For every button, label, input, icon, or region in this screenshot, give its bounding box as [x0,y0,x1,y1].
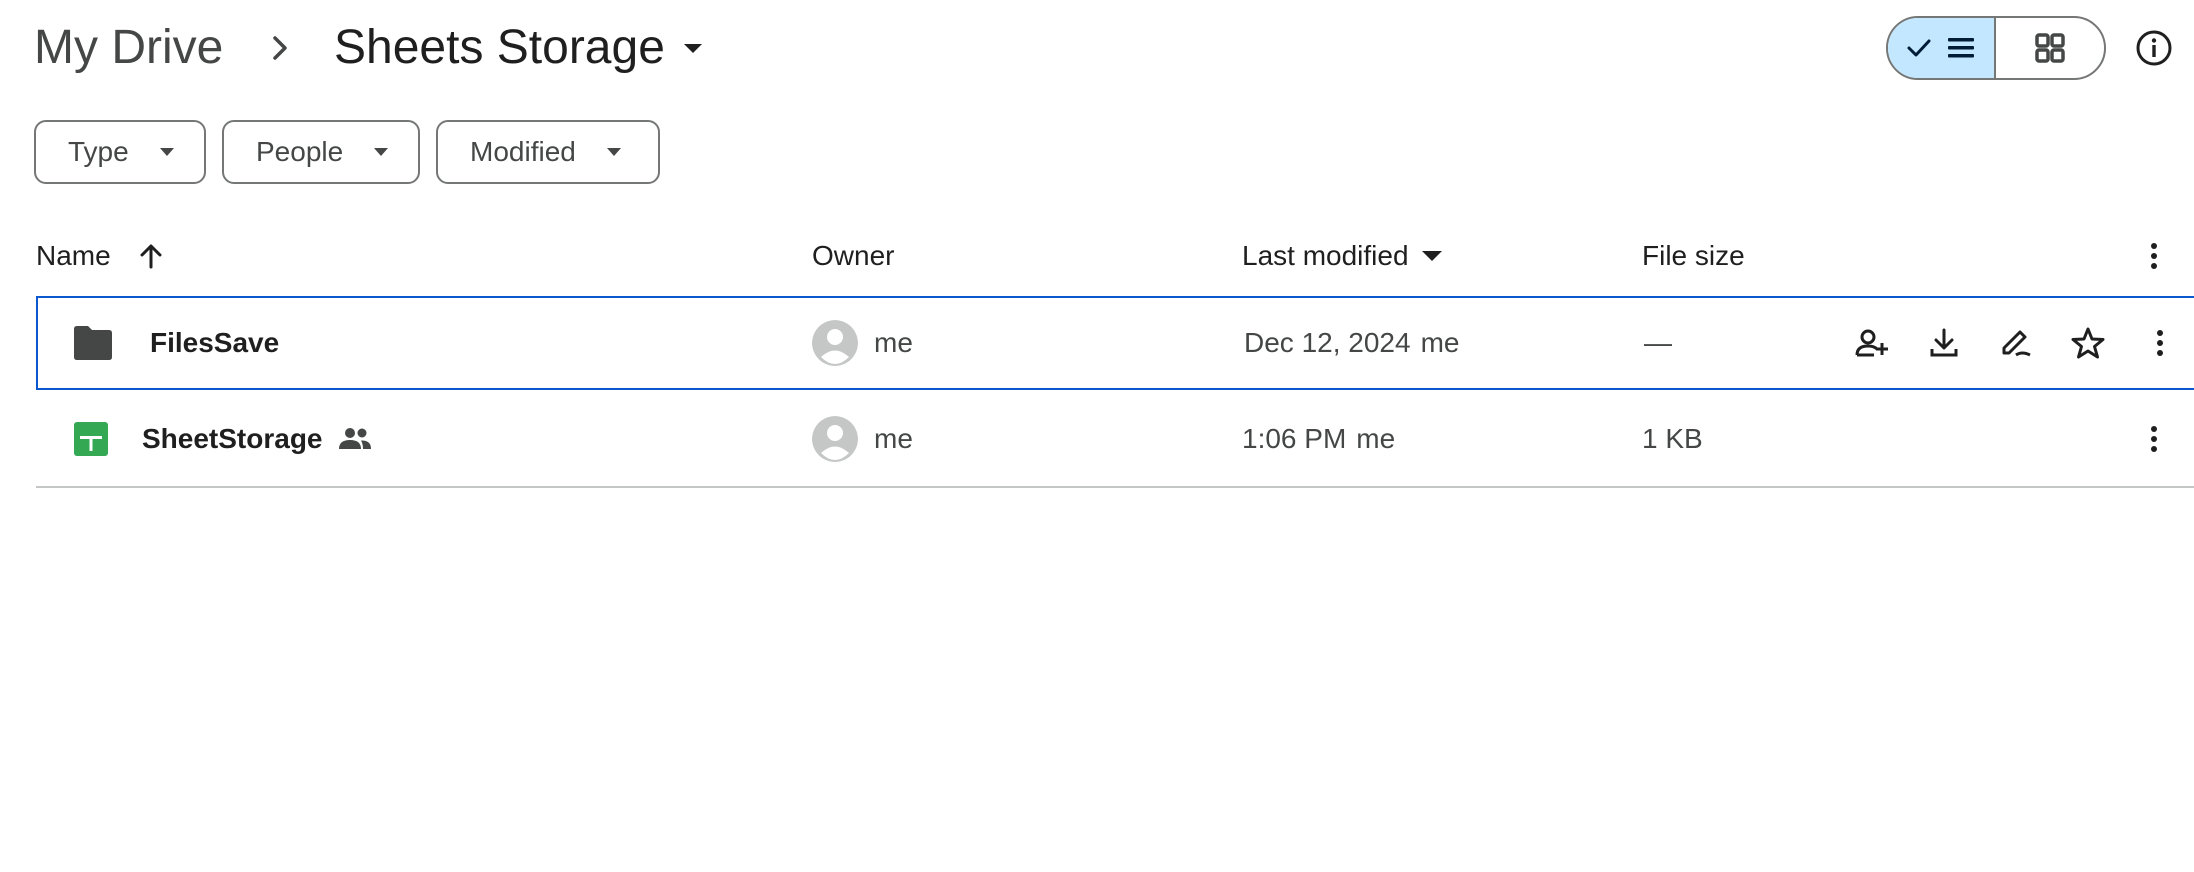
file-name: SheetStorage [142,423,323,454]
share-button[interactable] [1848,319,1896,367]
row-more-button[interactable] [2136,319,2184,367]
breadcrumb-my-drive[interactable]: My Drive [34,18,223,78]
filter-people-chip[interactable]: People [222,120,420,184]
filter-modified-label: Modified [470,136,576,167]
owner-name: me [874,327,913,358]
filter-people-label: People [256,136,344,167]
column-options-button[interactable] [2130,232,2178,280]
modified-date: Dec 12, 2024 [1244,327,1411,358]
star-icon [2071,327,2105,359]
row-size-cell: 1 KB [1642,392,1703,486]
column-header-owner[interactable]: Owner [812,234,894,278]
more-vert-icon [2151,243,2157,269]
edit-icon [2002,330,2031,357]
modified-by: me [1420,327,1460,358]
download-button[interactable] [1920,319,1968,367]
more-vert-icon [2157,330,2163,356]
row-modified-cell: 1:06 PM me [1242,392,1395,486]
person-add-icon [1855,329,1888,357]
row-modified-cell: Dec 12, 2024 me [1244,298,1459,388]
column-last-modified-label: Last modified [1242,240,1409,271]
download-icon [1930,328,1958,357]
modified-date: 1:06 PM [1242,423,1347,454]
row-owner-cell: me [812,298,913,388]
list-view-button[interactable] [1888,18,1996,78]
grid-view-button[interactable] [1996,18,2104,78]
file-size: 1 KB [1642,423,1703,454]
google-sheets-icon [74,422,108,456]
row-owner-cell: me [812,392,913,486]
row-name-cell: FilesSave [72,298,279,388]
column-file-size-label: File size [1642,240,1745,271]
row-more-button[interactable] [2130,415,2178,463]
header: My Drive Sheets Storage [0,0,2194,100]
column-header-name[interactable]: Name [36,234,167,278]
row-name-cell: SheetStorage [74,392,373,486]
table-row[interactable]: SheetStorage me 1:06 PM me 1 KB [36,392,2194,486]
avatar [812,320,858,366]
modified-by: me [1356,423,1396,454]
row-size-cell: — [1644,298,1672,388]
avatar [812,416,858,462]
check-icon [1907,39,1931,57]
caret-down-icon [683,44,702,53]
column-name-label: Name [36,240,111,271]
list-icon [1948,38,1974,58]
column-header-file-size[interactable]: File size [1642,234,1745,278]
filter-type-chip[interactable]: Type [34,120,206,184]
current-folder-label: Sheets Storage [334,21,665,74]
caret-down-icon [159,148,174,156]
row-actions [1848,298,2184,388]
chevron-right-icon [262,26,298,70]
caret-down-icon [1421,251,1442,261]
shared-people-icon [338,428,371,449]
file-size: — [1644,327,1672,358]
caret-down-icon [606,148,621,156]
caret-down-icon [374,148,389,156]
breadcrumb-current-folder[interactable]: Sheets Storage [334,14,707,82]
rename-button[interactable] [1992,319,2040,367]
filter-type-label: Type [68,136,129,167]
file-name: FilesSave [150,327,280,358]
column-owner-label: Owner [812,240,895,271]
more-vert-icon [2151,426,2157,452]
view-toggle [1886,16,2106,80]
grid-icon [2035,33,2065,63]
table-divider [36,486,2194,488]
filter-modified-chip[interactable]: Modified [436,120,660,184]
table-row[interactable]: FilesSave me Dec 12, 2024 me — [36,296,2194,390]
owner-name: me [874,423,913,454]
folder-icon [74,326,112,360]
arrow-up-icon[interactable] [135,240,167,272]
info-icon [2136,30,2172,66]
info-button[interactable] [2130,24,2178,72]
column-header-last-modified[interactable]: Last modified [1242,234,1443,278]
star-button[interactable] [2064,319,2112,367]
